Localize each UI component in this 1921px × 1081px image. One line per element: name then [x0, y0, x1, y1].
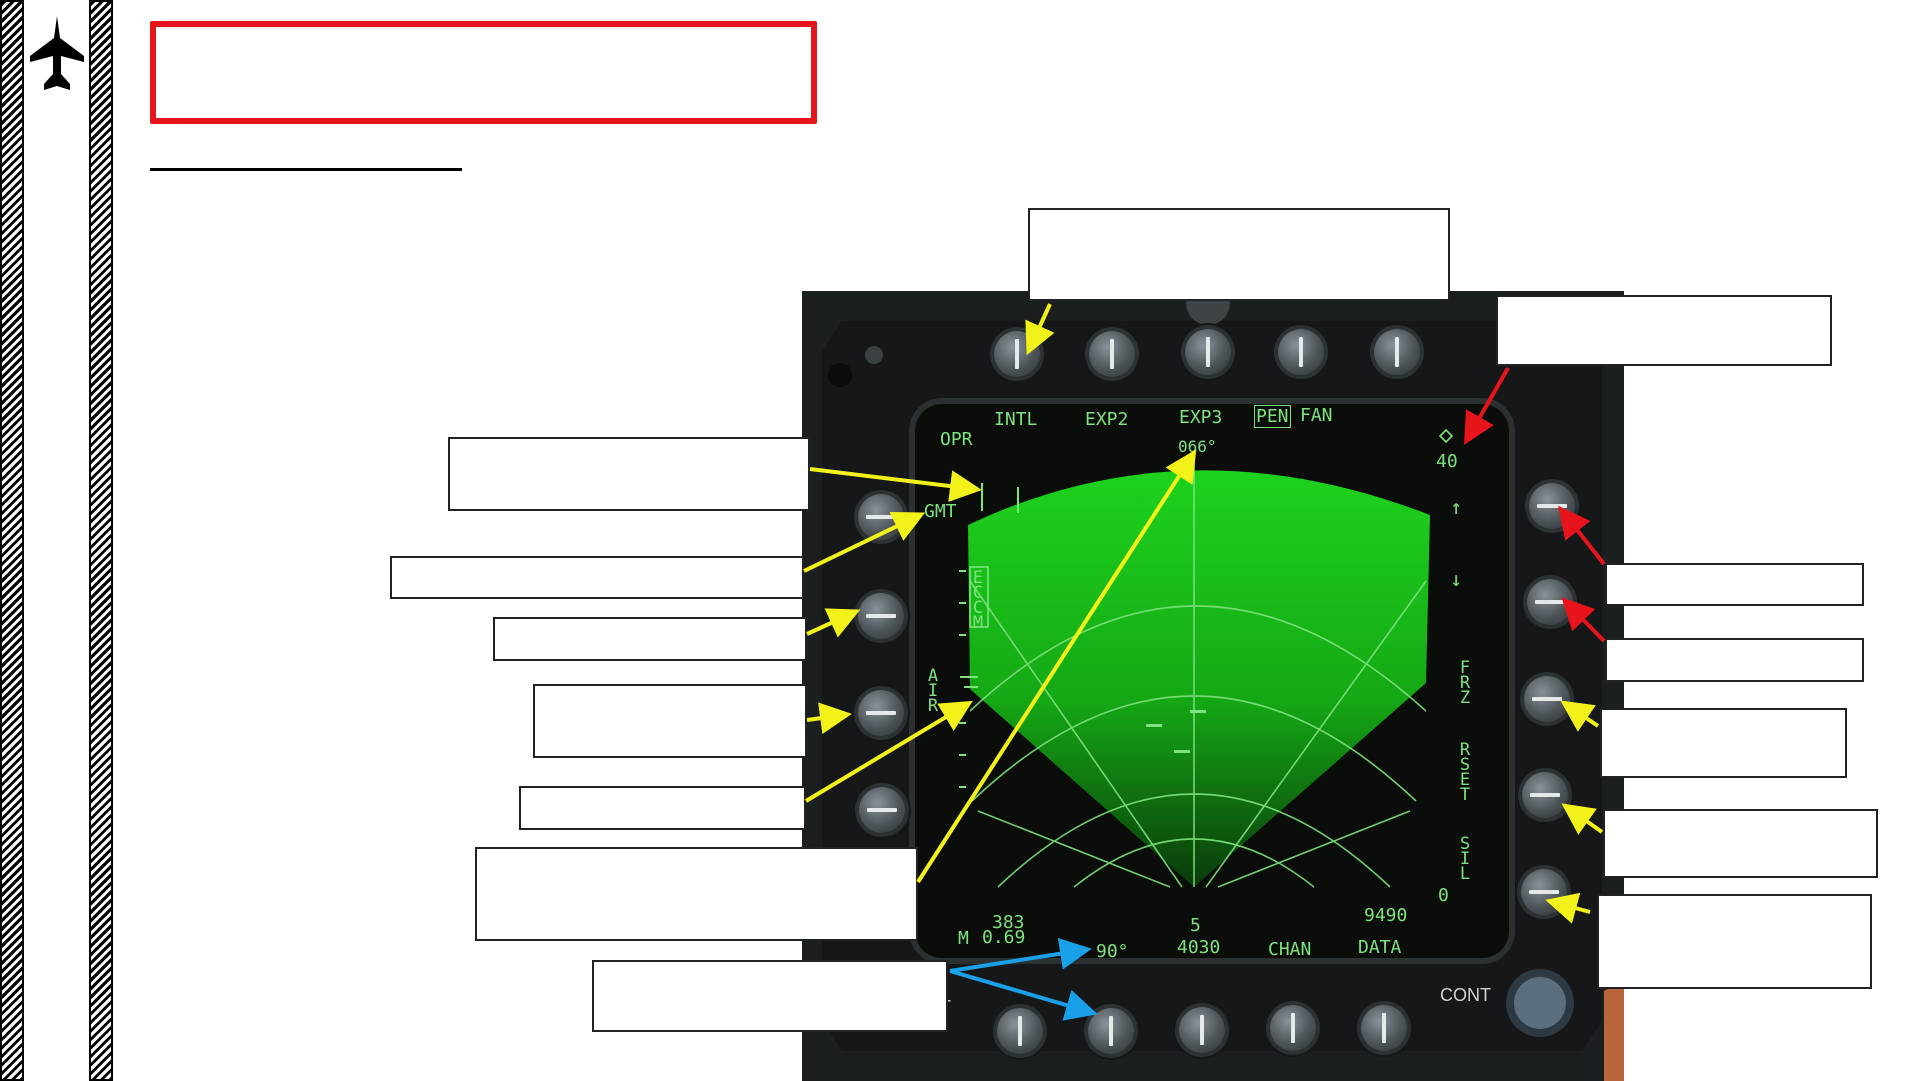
arrow-blue [949, 969, 1098, 1021]
arrow-yellow [804, 700, 973, 803]
arrow-yellow [1560, 700, 1600, 732]
arrow-yellow [1561, 803, 1604, 835]
arrow-red [1464, 367, 1510, 445]
arrow-yellow [806, 702, 852, 735]
arrow-red [1561, 597, 1606, 643]
arrow-yellow [1025, 303, 1055, 356]
arrow-yellow [803, 512, 926, 573]
arrow-yellow [916, 449, 1197, 884]
arrow-blue [949, 937, 1092, 973]
callout-arrows [803, 303, 1606, 1021]
arrow-yellow [806, 608, 861, 638]
arrow-yellow [1545, 892, 1591, 924]
arrow-yellow [809, 467, 982, 502]
arrow-red [1558, 505, 1606, 566]
